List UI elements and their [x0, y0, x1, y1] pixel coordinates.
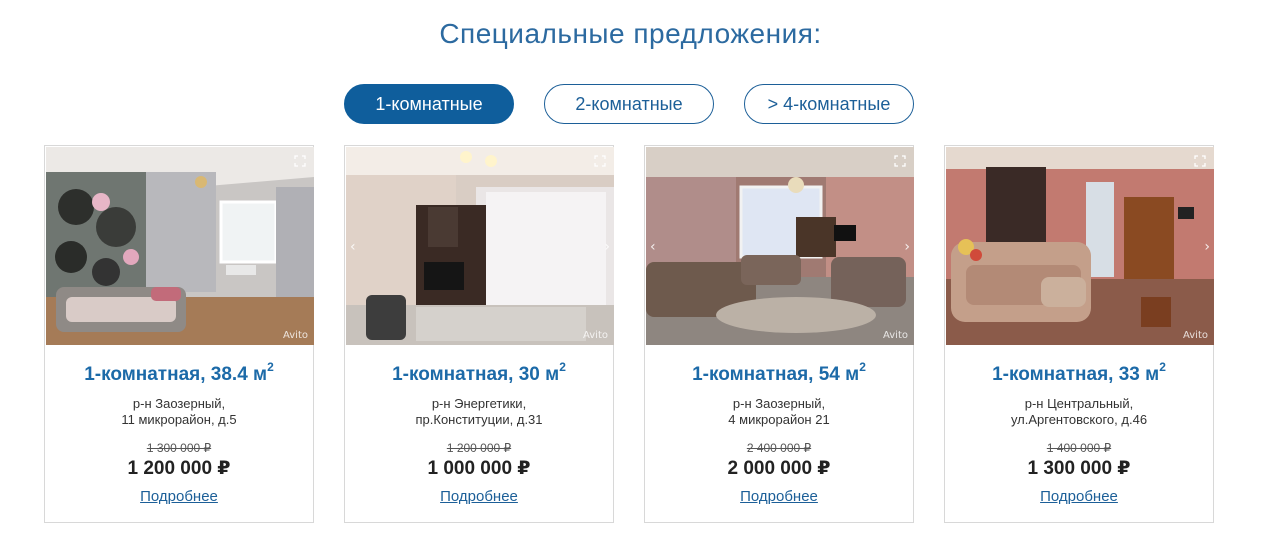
old-price: 1 400 000 ₽ [1046, 441, 1112, 455]
listing-card: ‹ › Avito 1-комнатная, 30 м2 р-н Энергет… [344, 145, 614, 523]
next-photo-arrow[interactable]: › [1204, 239, 1210, 255]
details-link[interactable]: Подробнее [440, 488, 518, 505]
listing-title: 1-комнатная, 54 м2 [692, 360, 866, 385]
listing-photo[interactable]: › Avito [946, 147, 1214, 345]
expand-icon[interactable] [894, 155, 906, 167]
old-price: 2 400 000 ₽ [746, 441, 812, 455]
tab-1-room[interactable]: 1-комнатные [344, 84, 514, 124]
old-price: 1 200 000 ₽ [446, 441, 512, 455]
tab-4-plus-room[interactable]: > 4-комнатные [744, 84, 914, 124]
tab-2-room[interactable]: 2-комнатные [544, 84, 714, 124]
current-price: 1 200 000 ₽ [127, 458, 231, 479]
details-link[interactable]: Подробнее [740, 488, 818, 505]
avito-watermark: Avito [1183, 330, 1208, 341]
listing-card: ‹ › Avito 1-комнатная, 54 м2 р-н Заозерн… [644, 145, 914, 523]
next-photo-arrow[interactable]: › [604, 239, 610, 255]
listing-address: р-н Центральный, ул.Аргентовского, д.46 [1010, 396, 1148, 427]
avito-watermark: Avito [883, 330, 908, 341]
details-link[interactable]: Подробнее [140, 488, 218, 505]
current-price: 1 000 000 ₽ [427, 458, 531, 479]
listing-title: 1-комнатная, 38.4 м2 [84, 360, 274, 385]
avito-watermark: Avito [583, 330, 608, 341]
listing-card: › Avito 1-комнатная, 33 м2 р-н Центральн… [944, 145, 1214, 523]
expand-icon[interactable] [1194, 155, 1206, 167]
listing-card: Avito 1-комнатная, 38.4 м2 р-н Заозерный… [44, 145, 314, 523]
room-filter-tabs: 1-комнатные 2-комнатные > 4-комнатные [0, 84, 1261, 124]
listing-photo[interactable]: ‹ › Avito [646, 147, 914, 345]
current-price: 1 300 000 ₽ [1027, 458, 1131, 479]
listing-photo[interactable]: ‹ › Avito [346, 147, 614, 345]
prev-photo-arrow[interactable]: ‹ [650, 239, 656, 255]
old-price: 1 300 000 ₽ [146, 441, 212, 455]
page-title: Специальные предложения: [439, 18, 822, 49]
expand-icon[interactable] [594, 155, 606, 167]
listing-title: 1-комнатная, 30 м2 [392, 360, 566, 385]
listing-address: р-н Заозерный, 11 микрорайон, д.5 [121, 396, 237, 427]
avito-watermark: Avito [283, 330, 308, 341]
listing-address: р-н Энергетики, пр.Конституции, д.31 [415, 396, 543, 427]
expand-icon[interactable] [294, 155, 306, 167]
prev-photo-arrow[interactable]: ‹ [350, 239, 356, 255]
listing-address: р-н Заозерный, 4 микрорайон 21 [728, 396, 830, 427]
listing-photo[interactable]: Avito [46, 147, 314, 345]
current-price: 2 000 000 ₽ [727, 458, 831, 479]
next-photo-arrow[interactable]: › [904, 239, 910, 255]
details-link[interactable]: Подробнее [1040, 488, 1118, 505]
listing-title: 1-комнатная, 33 м2 [992, 360, 1166, 385]
